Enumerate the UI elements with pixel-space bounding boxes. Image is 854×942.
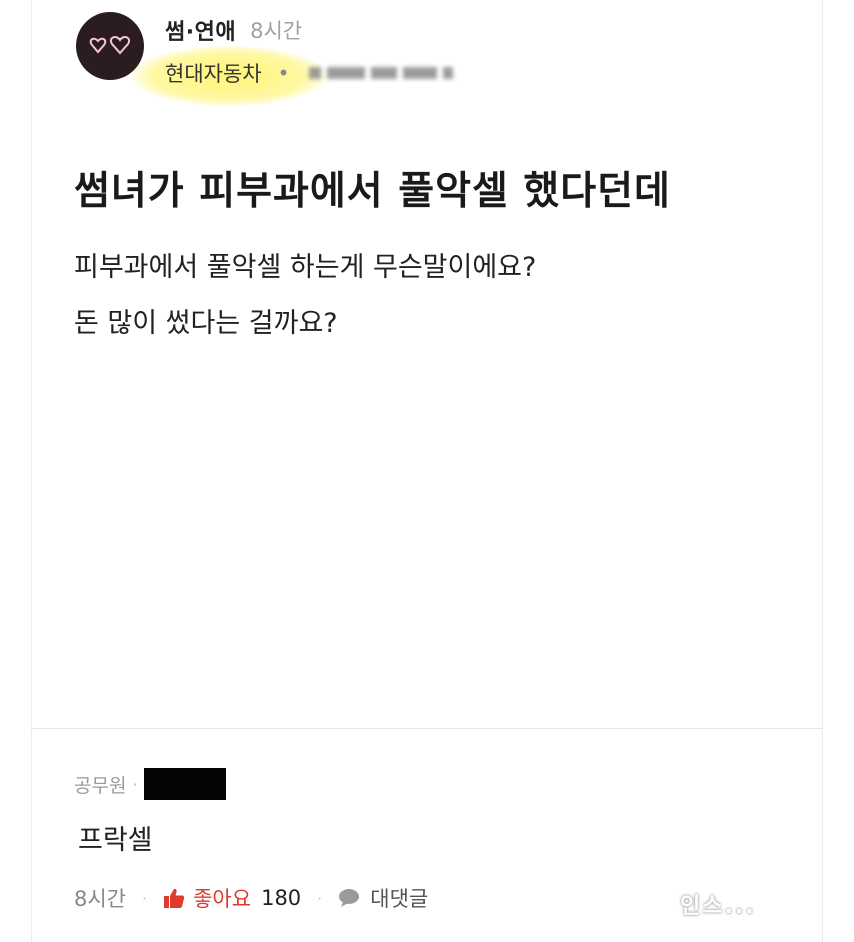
post-header: 썸·연애 8시간 — [165, 12, 302, 48]
like-count: 180 — [261, 886, 302, 910]
blurred-nickname — [309, 67, 454, 79]
post-title: 썸녀가 피부과에서 풀악셀 했다던데 — [74, 169, 671, 214]
separator-dot: · — [317, 888, 323, 908]
post-time: 8시간 — [250, 19, 303, 43]
board-name[interactable]: 썸·연애 — [165, 14, 236, 46]
speech-bubble-icon — [339, 889, 360, 907]
separator-dot: · — [142, 888, 148, 908]
post-body-line: 피부과에서 풀악셀 하는게 무슨말이에요? — [74, 252, 537, 283]
comment-time: 8시간 — [74, 887, 127, 911]
watermark: 인스... — [680, 894, 756, 919]
comment-meta: 공무원 · — [74, 768, 226, 800]
comment-actions: 8시간 · 좋아요 180 · 대댓글 — [74, 880, 428, 916]
like-label: 좋아요 — [193, 887, 252, 911]
comment-text: 프락셀 — [78, 825, 153, 856]
comment-divider — [31, 728, 823, 729]
post-body: 피부과에서 풀악셀 하는게 무슨말이에요? 돈 많이 썼다는 걸까요? — [74, 240, 536, 352]
post-card — [31, 0, 823, 942]
thumbs-up-icon — [164, 888, 185, 908]
separator-dot: · — [132, 774, 138, 794]
reply-label: 대댓글 — [370, 887, 429, 911]
censored-nickname — [143, 768, 226, 800]
author-line: 현대자동차 • — [165, 56, 454, 90]
reply-button[interactable]: 대댓글 — [338, 883, 428, 913]
separator-dot: • — [277, 61, 290, 85]
like-button[interactable]: 좋아요 180 — [163, 883, 301, 913]
author-company[interactable]: 현대자동차 — [165, 58, 262, 88]
post-body-line: 돈 많이 썼다는 걸까요? — [74, 308, 338, 339]
hearts-icon — [89, 36, 130, 55]
comment-author-company[interactable]: 공무원 — [74, 771, 126, 798]
